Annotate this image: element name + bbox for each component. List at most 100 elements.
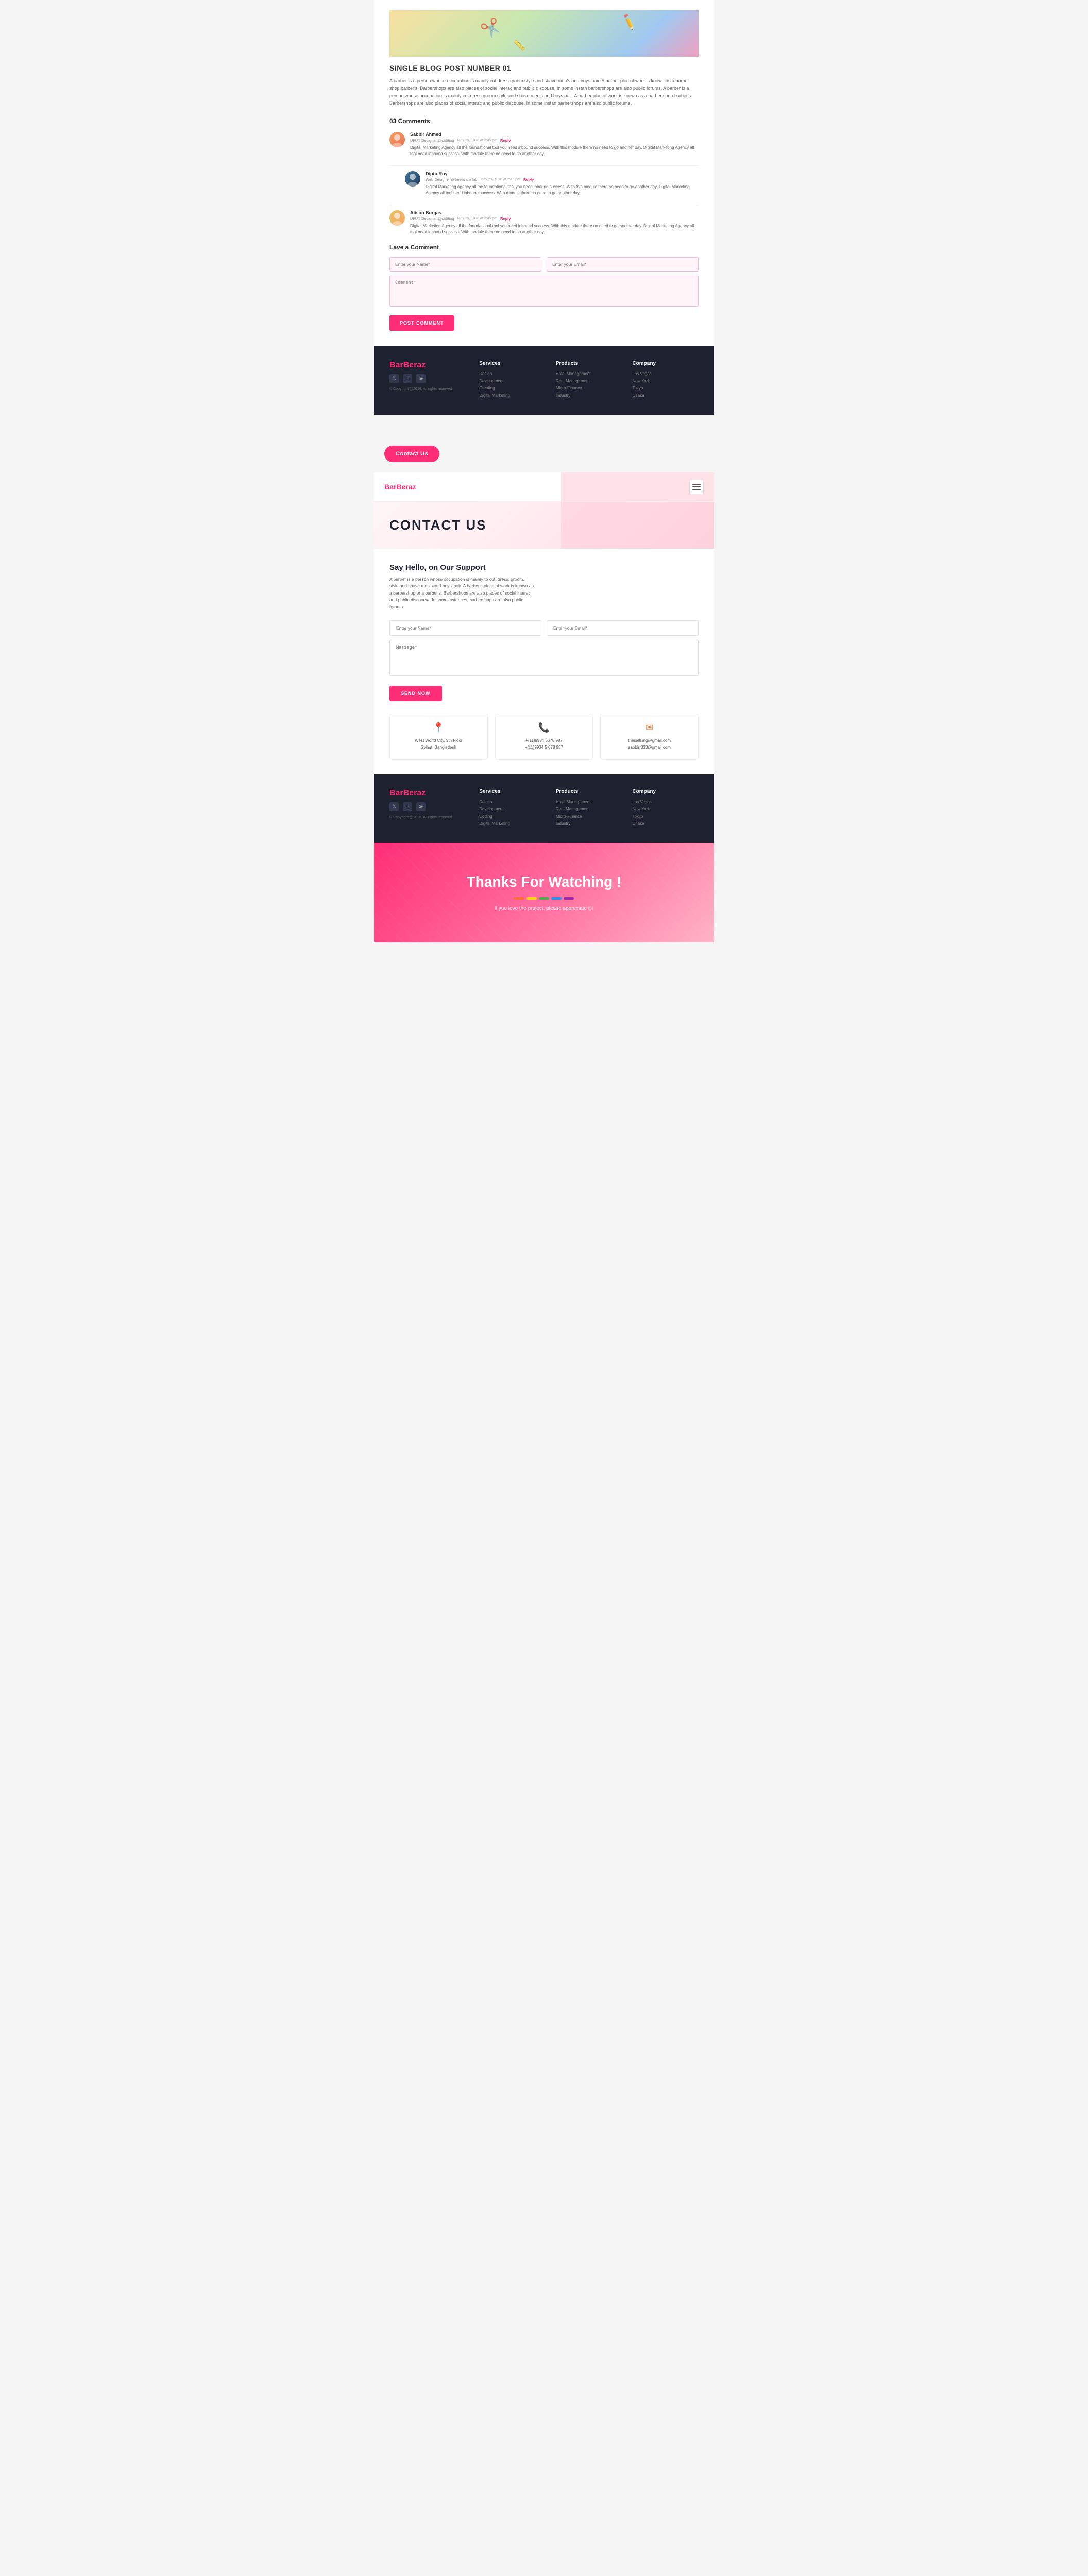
- email-card: ✉ thesaltking@gmail.comsabbirr333@gmail.…: [600, 714, 699, 760]
- comment-item: Dipto Roy Web Designer @freelancerlab Ma…: [405, 171, 699, 196]
- footer-link-tokyo[interactable]: Tokyo: [632, 386, 699, 391]
- blog-description: A barber is a person whose occupation is…: [389, 77, 699, 107]
- footer2-link-design[interactable]: Design: [479, 800, 546, 804]
- footer-link-rent[interactable]: Rent Management: [556, 379, 622, 383]
- reply-link[interactable]: Reply: [500, 138, 511, 143]
- comment-author: Dipto Roy: [426, 171, 448, 176]
- footer-link-newyork[interactable]: New York: [632, 379, 699, 383]
- footer2-link-development[interactable]: Development: [479, 807, 546, 811]
- contact-page: BarBeraz CONTACT US Say Hello, on Our Su…: [374, 472, 714, 774]
- contact-header: BarBeraz: [374, 472, 714, 502]
- contact-hero-title: CONTACT US: [389, 517, 699, 533]
- comment-date: May 29, 1018 at 2:45 pm: [457, 139, 497, 142]
- contact-form-section: Say Hello, on Our Support A barber is a …: [374, 549, 714, 774]
- footer2-link-industry[interactable]: Industry: [556, 821, 622, 826]
- contact-logo-beraz: Beraz: [396, 483, 416, 491]
- footer-services-col: Services Design Development Creating Dig…: [479, 361, 546, 400]
- footer2-link-digital-marketing[interactable]: Digital Marketing: [479, 821, 546, 826]
- blog-title: SINGLE BLOG POST NUMBER 01: [389, 64, 699, 72]
- pencil-icon: ✏️: [619, 13, 639, 32]
- email-icon: ✉: [607, 722, 692, 733]
- footer2-brand: BarBeraz 𝕏 in ◉ © Copyright @2018. All r…: [389, 789, 469, 828]
- reply-link[interactable]: Reply: [500, 216, 511, 221]
- twitter-icon-2[interactable]: 𝕏: [389, 802, 399, 811]
- comment-role: Web Designer @freelancerlab: [426, 177, 477, 182]
- post-comment-button[interactable]: POST COMMENT: [389, 315, 454, 331]
- thanks-bg-pattern: [374, 843, 714, 942]
- comments-count: 03 Comments: [389, 117, 699, 125]
- hamburger-line-2: [692, 486, 701, 487]
- hamburger-line-3: [692, 489, 701, 490]
- footer2-link-tokyo[interactable]: Tokyo: [632, 814, 699, 819]
- comment-email-input[interactable]: [547, 257, 699, 272]
- footer2-link-rent[interactable]: Rent Management: [556, 807, 622, 811]
- footer2-services-col: Services Design Development Coding Digit…: [479, 789, 546, 828]
- footer-logo: BarBeraz: [389, 361, 469, 370]
- footer2-products-title: Products: [556, 789, 622, 794]
- hamburger-line-1: [692, 484, 701, 485]
- ruler-icon: 📏: [513, 39, 526, 52]
- footer2-link-coding[interactable]: Coding: [479, 814, 546, 819]
- divider-dot-green: [539, 897, 549, 900]
- footer2-link-lasvegas[interactable]: Las Vegas: [632, 800, 699, 804]
- contact-info-row: 📍 West World City, 9th FloorSylhet, Bang…: [389, 714, 699, 760]
- footer2-logo-bar: Bar: [389, 789, 403, 798]
- reply-link[interactable]: Reply: [523, 177, 534, 182]
- footer-link-digital-marketing[interactable]: Digital Marketing: [479, 393, 546, 398]
- thanks-section: Thanks For Watching ! If you love the pr…: [374, 843, 714, 942]
- comment-date: May 29, 1018 at 2:45 pm: [457, 217, 497, 221]
- phone-card: 📞 +(11)9934 5678 987+(11)9934 5 678 987: [495, 714, 593, 760]
- footer2-link-hotel[interactable]: Hotel Management: [556, 800, 622, 804]
- footer-products-col: Products Hotel Management Rent Managemen…: [556, 361, 622, 400]
- contact-section-title: Say Hello, on Our Support: [389, 563, 699, 572]
- comment-name-input[interactable]: [389, 257, 541, 272]
- comment-textarea[interactable]: [389, 276, 699, 307]
- footer-link-osaka[interactable]: Osaka: [632, 393, 699, 398]
- footer-link-industry[interactable]: Industry: [556, 393, 622, 398]
- address-card: 📍 West World City, 9th FloorSylhet, Bang…: [389, 714, 488, 760]
- comment-role: UI/UX Designer @softling: [410, 216, 454, 221]
- instagram-icon-2[interactable]: ◉: [416, 802, 426, 811]
- instagram-icon[interactable]: ◉: [416, 374, 426, 383]
- footer-link-creating[interactable]: Creating: [479, 386, 546, 391]
- footer2-link-dhaka[interactable]: Dhaka: [632, 821, 699, 826]
- contact-message-textarea[interactable]: [389, 640, 699, 676]
- footer-social: 𝕏 in ◉: [389, 374, 469, 383]
- avatar: [389, 210, 405, 226]
- contact-email-input[interactable]: [547, 620, 699, 636]
- comment-body: Sabbir Ahmed UI/UX Designer @softling Ma…: [410, 132, 699, 157]
- footer-link-development[interactable]: Development: [479, 379, 546, 383]
- leave-comment-section: Lave a Comment POST COMMENT: [389, 244, 699, 331]
- footer-link-micro[interactable]: Micro-Finance: [556, 386, 622, 391]
- footer-link-design[interactable]: Design: [479, 371, 546, 376]
- divider-dot-blue: [551, 897, 562, 900]
- contact-hero: CONTACT US: [374, 502, 714, 549]
- thanks-divider: [514, 897, 574, 900]
- footer2-link-micro[interactable]: Micro-Finance: [556, 814, 622, 819]
- footer2-copyright: © Copyright @2018. All rights reserved: [389, 816, 469, 819]
- thanks-title: Thanks For Watching !: [467, 874, 622, 890]
- footer2-company-title: Company: [632, 789, 699, 794]
- hamburger-menu[interactable]: [689, 480, 704, 494]
- leave-comment-title: Lave a Comment: [389, 244, 699, 251]
- twitter-icon[interactable]: 𝕏: [389, 374, 399, 383]
- section-gap: [374, 415, 714, 435]
- footer2-link-newyork[interactable]: New York: [632, 807, 699, 811]
- footer-link-hotel[interactable]: Hotel Management: [556, 371, 622, 376]
- divider-dot-yellow: [526, 897, 537, 900]
- footer-2: BarBeraz 𝕏 in ◉ © Copyright @2018. All r…: [374, 774, 714, 843]
- footer-company-col: Company Las Vegas New York Tokyo Osaka: [632, 361, 699, 400]
- footer-products-title: Products: [556, 361, 622, 366]
- footer-logo-bar: Bar: [389, 361, 403, 369]
- contact-name-input[interactable]: [389, 620, 541, 636]
- send-now-button[interactable]: SEND NOW: [389, 686, 442, 701]
- footer-company-title: Company: [632, 361, 699, 366]
- linkedin-icon[interactable]: in: [403, 374, 412, 383]
- linkedin-icon-2[interactable]: in: [403, 802, 412, 811]
- footer-logo-beraz: Beraz: [403, 361, 426, 369]
- thanks-subtitle: If you love the project, please apprecia…: [495, 906, 594, 911]
- footer-link-lasvegas[interactable]: Las Vegas: [632, 371, 699, 376]
- footer-brand: BarBeraz 𝕏 in ◉ © Copyright @2018. All r…: [389, 361, 469, 400]
- divider-dot-purple: [564, 897, 574, 900]
- comment-date: May 29, 1018 at 2:45 pm: [480, 178, 520, 181]
